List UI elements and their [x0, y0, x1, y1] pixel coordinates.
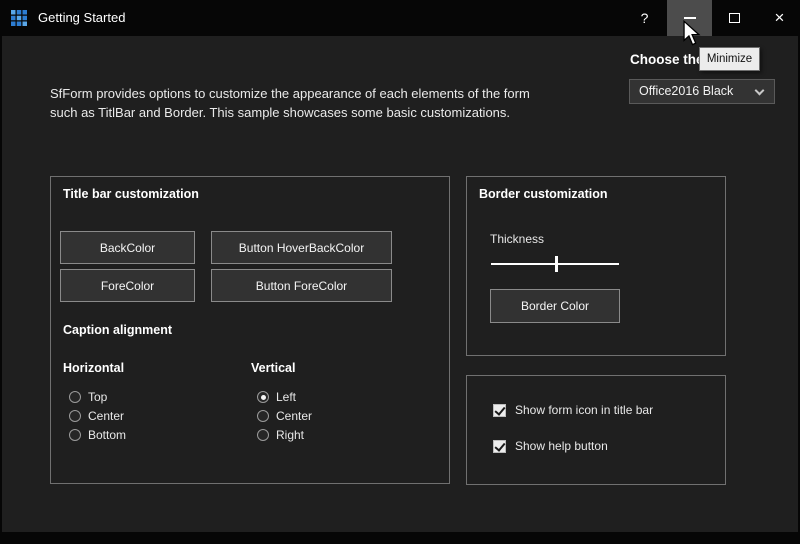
radio-horizontal-bottom[interactable]: Bottom [69, 428, 126, 442]
thickness-slider[interactable] [491, 255, 619, 273]
checkbox-checked-icon [493, 440, 506, 453]
radio-vertical-right[interactable]: Right [257, 428, 304, 442]
window-bottom-border [2, 532, 798, 544]
radio-icon [69, 410, 81, 422]
app-window: Getting Started ? × Choose theme Office2… [0, 0, 800, 544]
slider-thumb[interactable] [555, 256, 558, 272]
radio-icon [69, 391, 81, 403]
window-title: Getting Started [38, 0, 125, 36]
description-line-2: such as TitlBar and Border. This sample … [50, 103, 530, 122]
help-button[interactable]: ? [622, 0, 667, 36]
show-form-icon-checkbox[interactable]: Show form icon in title bar [493, 403, 653, 417]
maximize-button[interactable] [712, 0, 757, 36]
border-customization-group: Border customization Thickness Border Co… [466, 176, 726, 356]
help-icon: ? [641, 10, 649, 26]
description-line-1: SfForm provides options to customize the… [50, 84, 530, 103]
close-button[interactable]: × [757, 0, 800, 36]
button-hoverbackcolor-button[interactable]: Button HoverBackColor [211, 231, 392, 264]
horizontal-label: Horizontal [63, 361, 124, 375]
mouse-cursor-icon [683, 20, 701, 52]
radio-icon [257, 429, 269, 441]
thickness-label: Thickness [490, 232, 544, 246]
vertical-label: Vertical [251, 361, 295, 375]
minimize-tooltip: Minimize [699, 47, 760, 71]
description-text: SfForm provides options to customize the… [50, 84, 530, 122]
backcolor-button[interactable]: BackColor [60, 231, 195, 264]
chevron-down-icon [755, 86, 765, 96]
titlebar-customization-group: Title bar customization BackColor Button… [50, 176, 450, 484]
button-forecolor-button[interactable]: Button ForeColor [211, 269, 392, 302]
radio-icon [69, 429, 81, 441]
radio-vertical-left[interactable]: Left [257, 390, 296, 404]
radio-vertical-center[interactable]: Center [257, 409, 312, 423]
group-title: Title bar customization [63, 187, 199, 201]
show-help-button-checkbox[interactable]: Show help button [493, 439, 608, 453]
radio-horizontal-top[interactable]: Top [69, 390, 107, 404]
caption-alignment-label: Caption alignment [63, 323, 172, 337]
app-icon [11, 10, 27, 26]
group-title: Border customization [479, 187, 608, 201]
radio-icon [257, 410, 269, 422]
title-bar[interactable]: Getting Started ? × [2, 0, 798, 36]
close-icon: × [775, 8, 785, 28]
minimize-icon [684, 17, 696, 19]
border-color-button[interactable]: Border Color [490, 289, 620, 323]
checkbox-checked-icon [493, 404, 506, 417]
options-group: Show form icon in title bar Show help bu… [466, 375, 726, 485]
theme-dropdown[interactable]: Office2016 Black [629, 79, 775, 104]
forecolor-button[interactable]: ForeColor [60, 269, 195, 302]
radio-selected-icon [257, 391, 269, 403]
maximize-icon [729, 13, 740, 23]
radio-horizontal-center[interactable]: Center [69, 409, 124, 423]
theme-selected-value: Office2016 Black [639, 84, 733, 98]
